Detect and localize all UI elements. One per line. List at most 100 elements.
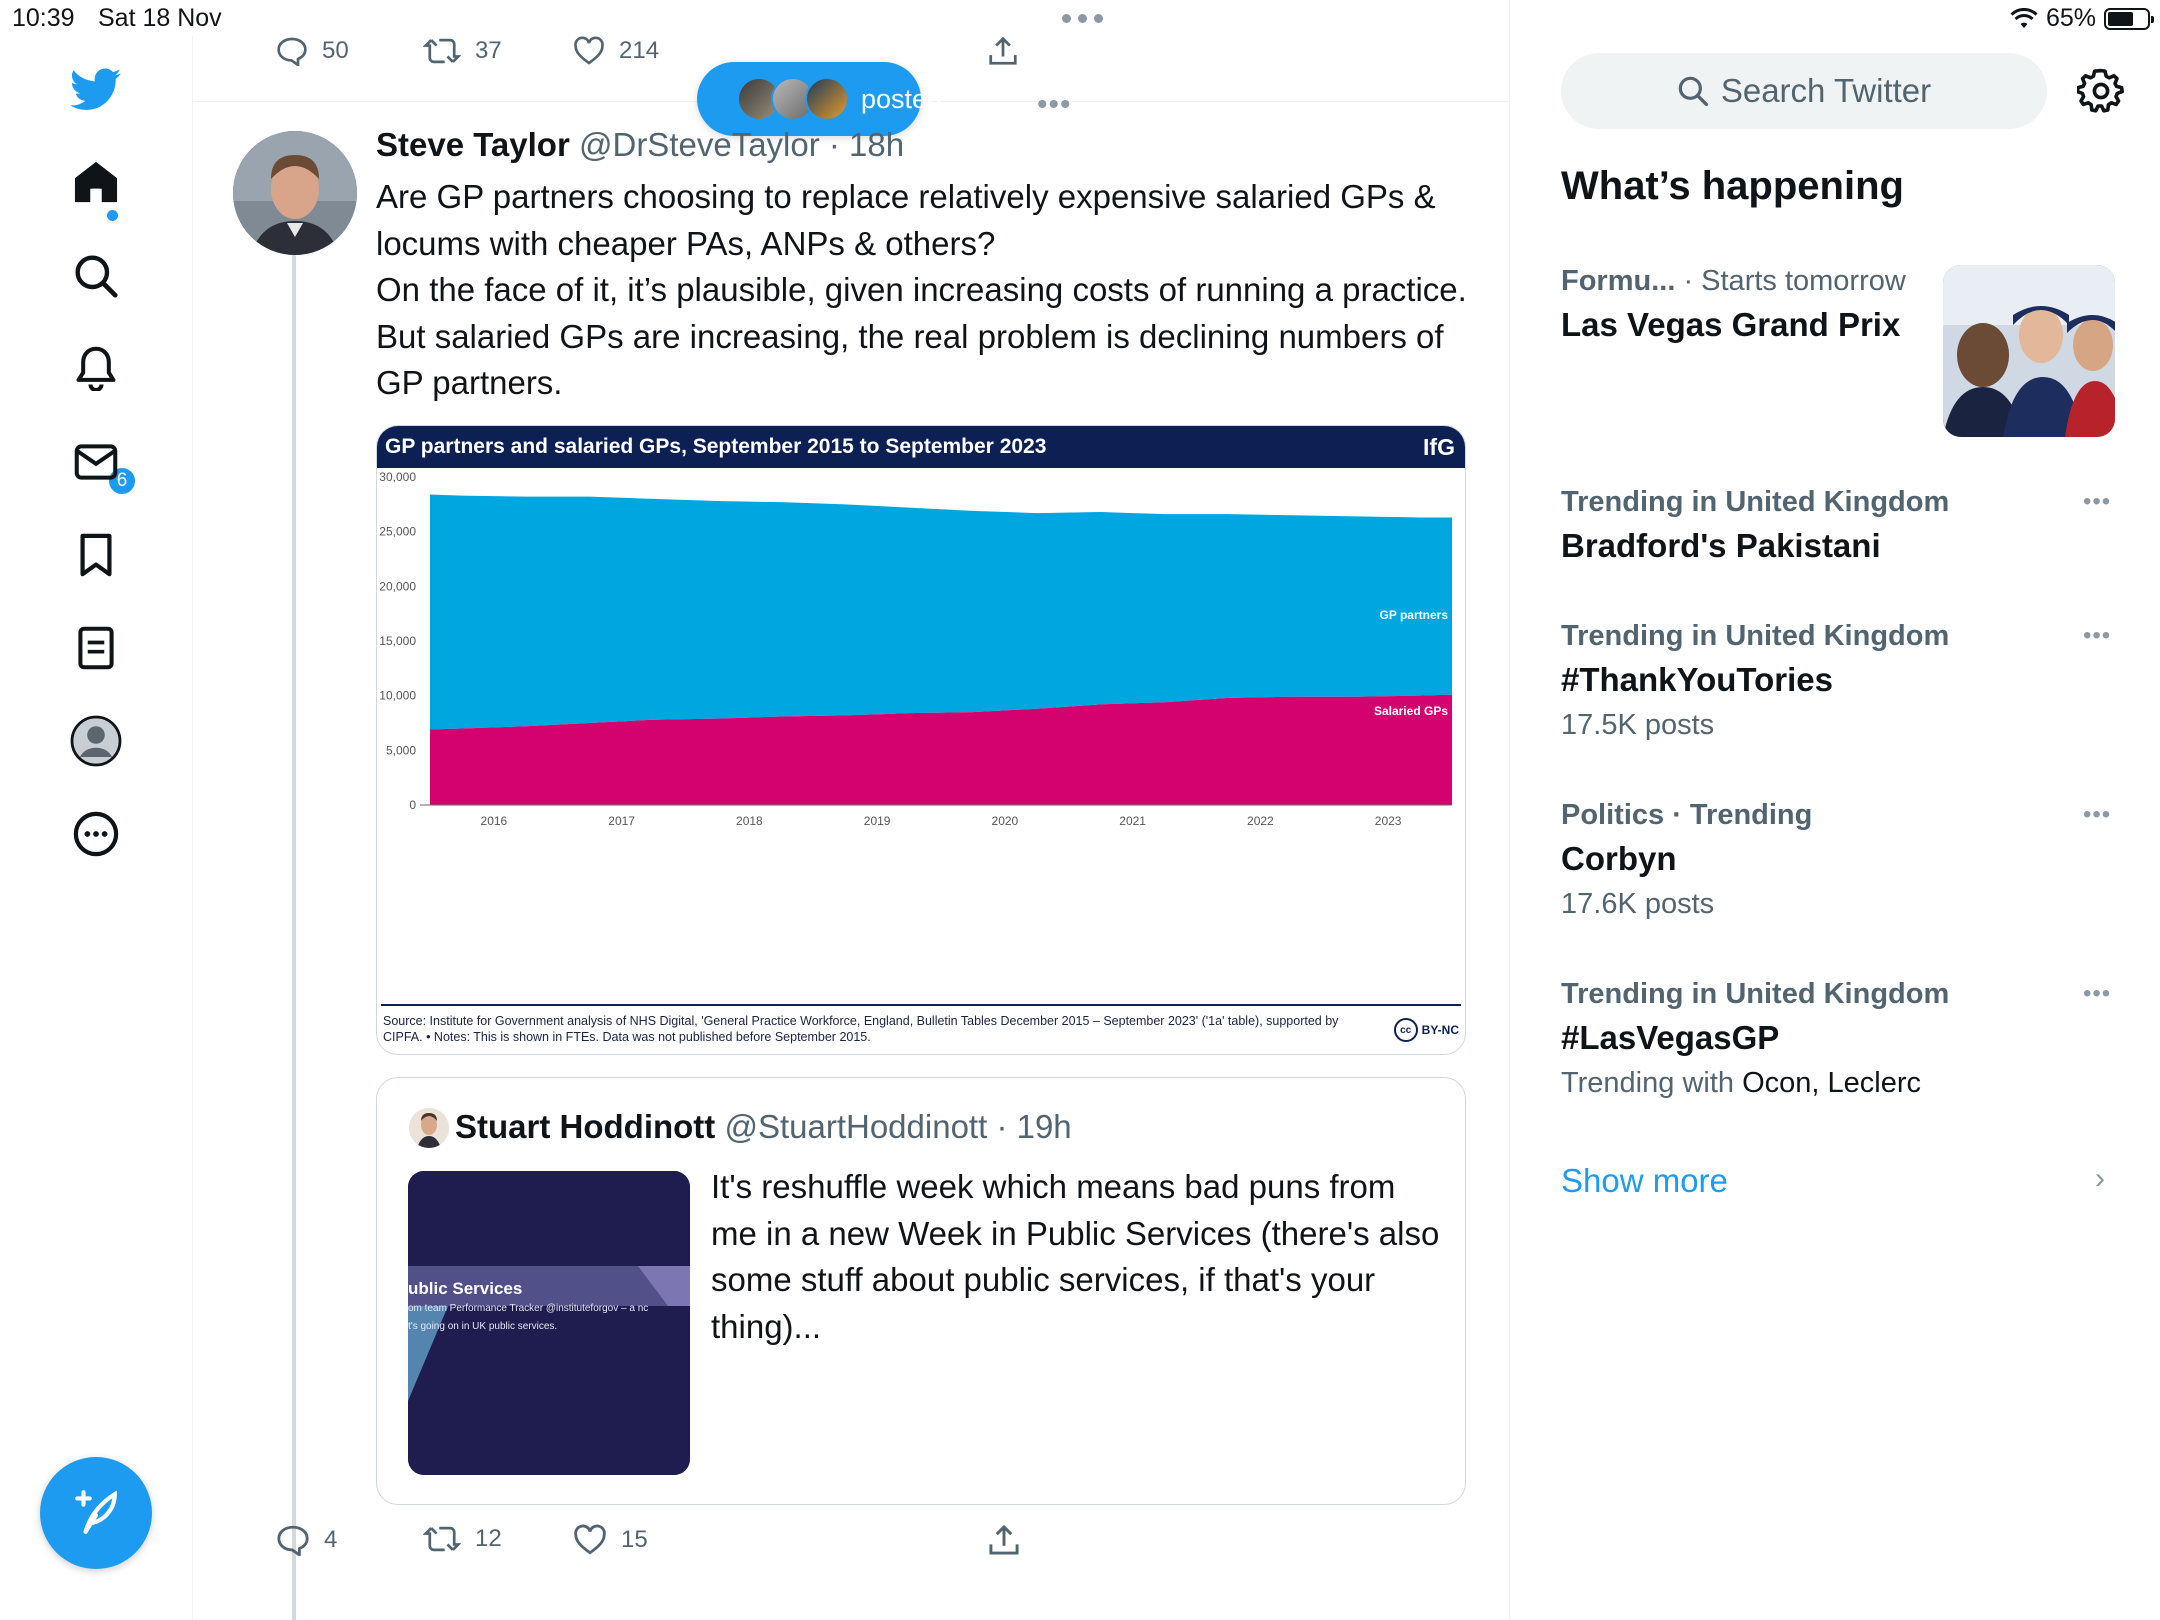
trend-item[interactable]: Politics · Trending Corbyn 17.6K posts	[1561, 799, 2121, 921]
trend-image	[1943, 265, 2115, 437]
compose-button[interactable]	[40, 1457, 152, 1569]
share-button[interactable]	[988, 1524, 1020, 1556]
license-label: BY-NC	[1421, 1023, 1459, 1037]
search-icon[interactable]	[70, 250, 122, 302]
reply-button[interactable]: 4	[276, 1524, 337, 1556]
more-icon[interactable]	[70, 808, 122, 860]
trend-posts: 17.6K posts	[1561, 888, 1715, 920]
retweet-icon	[423, 38, 461, 64]
search-input[interactable]: Search Twitter	[1561, 53, 2047, 129]
trend-category: Trending in United Kingdom	[1561, 620, 1950, 652]
reply-button[interactable]: 50	[276, 36, 349, 66]
retweet-button[interactable]: 12	[423, 1524, 502, 1554]
y-tick-label: 25,000	[379, 525, 416, 539]
timeline: 50 37 214 posted Steve Taylor @DrSteveTa…	[193, 0, 1510, 1620]
author-handle[interactable]: @DrSteveTaylor	[579, 126, 820, 163]
trend-item[interactable]: Trending in United Kingdom #LasVegasGP T…	[1561, 978, 2121, 1100]
chart-source: Source: Institute for Government analysi…	[383, 1014, 1339, 1044]
show-more-link[interactable]: Show more	[1561, 1162, 1728, 1200]
quoted-tweet[interactable]: Stuart Hoddinott @StuartHoddinott · 19h …	[376, 1077, 1466, 1505]
x-tick-label: 2018	[736, 814, 763, 828]
heart-icon	[574, 36, 604, 65]
trend-more-icon[interactable]: •••	[2083, 488, 2111, 516]
tweet-header: Steve Taylor @DrSteveTaylor · 18h	[376, 126, 904, 164]
x-tick-label: 2017	[608, 814, 635, 828]
avatar[interactable]	[233, 131, 357, 255]
settings-button[interactable]	[2075, 67, 2125, 115]
chart-image[interactable]: GP partners and salaried GPs, September …	[376, 425, 1466, 1055]
quote-author-name: Stuart Hoddinott	[455, 1108, 716, 1145]
trend-meta: Trending in United Kingdom	[1561, 486, 2121, 519]
quote-header: Stuart Hoddinott @StuartHoddinott · 19h	[455, 1108, 1072, 1146]
retweet-button[interactable]: 37	[423, 36, 502, 66]
quote-thumbnail: ublic Services om team Performance Track…	[408, 1171, 690, 1475]
home-unread-dot	[107, 210, 118, 221]
mail-icon[interactable]	[70, 436, 122, 488]
retweet-icon	[423, 1526, 461, 1552]
new-posts-pill[interactable]: posted	[697, 62, 942, 136]
like-count: 214	[619, 37, 660, 64]
compose-feather-icon	[75, 1490, 117, 1534]
quote-time: · 19h	[996, 1108, 1072, 1145]
list-icon[interactable]	[70, 622, 122, 674]
y-tick-label: 20,000	[379, 579, 416, 593]
status-time: 10:39	[12, 4, 75, 32]
wifi-icon	[2010, 7, 2038, 28]
thread-line	[292, 255, 296, 1620]
trend-meta: Politics · Trending	[1561, 799, 2121, 832]
x-tick-label: 2021	[1119, 814, 1146, 828]
status-indicators: 65%	[2010, 4, 2154, 33]
avatar	[805, 77, 849, 121]
trend-title: Las Vegas Grand Prix	[1561, 306, 1901, 343]
trend-when: · Starts tomorrow	[1675, 265, 1906, 297]
gp-partners-area	[430, 494, 1452, 730]
trend-more-icon[interactable]: •••	[2083, 801, 2111, 829]
thumb-line: t's going on in UK public services.	[408, 1321, 558, 1332]
trend-category: Formu...	[1561, 265, 1676, 297]
share-icon	[989, 36, 1017, 65]
author-name[interactable]: Steve Taylor	[376, 126, 570, 163]
whats-happening-title: What’s happening	[1561, 164, 1904, 208]
cc-icon: cc	[1393, 1018, 1418, 1042]
retweet-count: 12	[475, 1525, 502, 1552]
retweet-count: 37	[475, 37, 502, 64]
bookmark-icon[interactable]	[70, 529, 122, 581]
reply-icon	[277, 1525, 309, 1556]
trend-more-icon[interactable]: •••	[2083, 980, 2111, 1008]
x-tick-label: 2022	[1247, 814, 1274, 828]
trend-item[interactable]: Trending in United Kingdom #ThankYouTori…	[1561, 620, 2121, 742]
reply-count: 4	[324, 1526, 338, 1553]
bell-icon[interactable]	[70, 342, 122, 394]
x-tick-label: 2019	[864, 814, 891, 828]
chevron-right-icon[interactable]: ›	[2095, 1162, 2105, 1196]
trend-meta: Trending in United Kingdom	[1561, 620, 2121, 653]
posted-label: posted	[861, 83, 943, 114]
trend-item[interactable]: Formu... · Starts tomorrow Las Vegas Gra…	[1561, 265, 1941, 344]
tweet-time[interactable]: · 18h	[829, 126, 904, 163]
trend-title: Bradford's Pakistani	[1561, 527, 1881, 564]
tweet-text: Are GP partners choosing to replace rela…	[376, 174, 1486, 407]
trend-item[interactable]: Trending in United Kingdom Bradford's Pa…	[1561, 486, 2121, 565]
battery-icon	[2104, 7, 2154, 30]
avatar	[409, 1108, 449, 1148]
y-tick-label: 5,000	[386, 743, 416, 757]
thumb-title: ublic Services	[408, 1279, 523, 1298]
profile-icon[interactable]	[70, 715, 122, 767]
trend-title: #LasVegasGP	[1561, 1019, 1780, 1056]
like-count: 15	[621, 1526, 648, 1553]
trend-category: Politics · Trending	[1561, 799, 1813, 831]
like-button[interactable]: 214	[573, 36, 659, 66]
license-badge: cc BY-NC	[1393, 1018, 1459, 1042]
y-tick-label: 15,000	[379, 634, 416, 648]
like-button[interactable]: 15	[573, 1524, 648, 1556]
home-icon[interactable]	[70, 156, 122, 208]
reply-count: 50	[322, 37, 349, 64]
twitter-bird-icon[interactable]	[70, 64, 122, 116]
trend-context: Trending with Ocon, Leclerc	[1561, 1067, 2121, 1100]
share-button[interactable]	[988, 36, 1018, 66]
more-options-icon[interactable]: •••	[1037, 88, 1072, 122]
trend-more-icon[interactable]: •••	[2083, 622, 2111, 650]
tweet-text-line: Are GP partners choosing to replace rela…	[376, 178, 1436, 262]
series-label-gp-partners: GP partners	[1380, 608, 1449, 622]
battery-percent: 65%	[2045, 4, 2096, 32]
